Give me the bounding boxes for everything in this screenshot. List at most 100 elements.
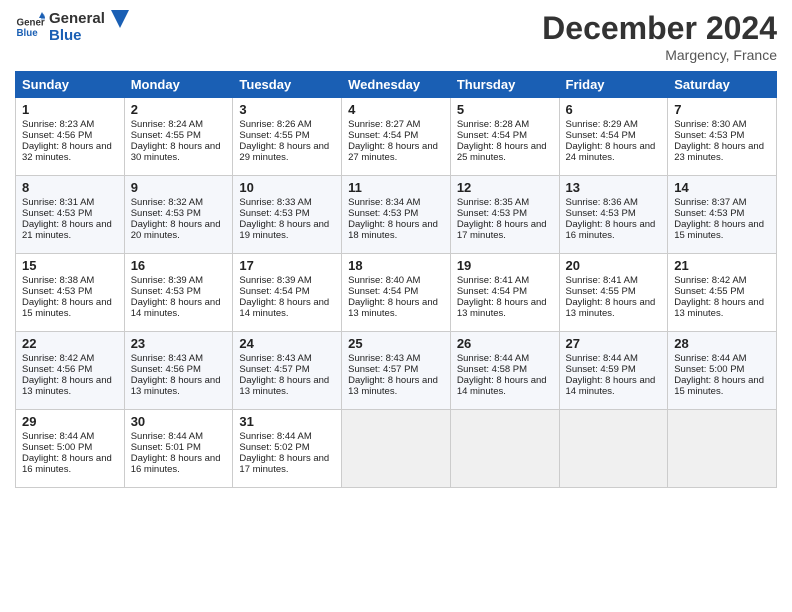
day-number: 30 [131, 414, 227, 429]
daylight-label: Daylight: 8 hours and 20 minutes. [131, 219, 221, 241]
day-cell: 31 Sunrise: 8:44 AM Sunset: 5:02 PM Dayl… [233, 410, 342, 488]
day-number: 1 [22, 102, 118, 117]
col-monday: Monday [124, 72, 233, 98]
daylight-label: Daylight: 8 hours and 32 minutes. [22, 141, 112, 163]
day-cell: 25 Sunrise: 8:43 AM Sunset: 4:57 PM Dayl… [342, 332, 451, 410]
daylight-label: Daylight: 8 hours and 17 minutes. [457, 219, 547, 241]
daylight-label: Daylight: 8 hours and 13 minutes. [131, 375, 221, 397]
daylight-label: Daylight: 8 hours and 15 minutes. [22, 297, 112, 319]
sunset-label: Sunset: 4:55 PM [239, 130, 309, 141]
day-number: 26 [457, 336, 553, 351]
daylight-label: Daylight: 8 hours and 13 minutes. [348, 297, 438, 319]
day-cell [450, 410, 559, 488]
sunrise-label: Sunrise: 8:23 AM [22, 119, 94, 130]
sunset-label: Sunset: 4:59 PM [566, 364, 636, 375]
sunset-label: Sunset: 4:53 PM [22, 208, 92, 219]
sunset-label: Sunset: 5:00 PM [22, 442, 92, 453]
sunset-label: Sunset: 4:53 PM [348, 208, 418, 219]
day-cell: 24 Sunrise: 8:43 AM Sunset: 4:57 PM Dayl… [233, 332, 342, 410]
daylight-label: Daylight: 8 hours and 13 minutes. [348, 375, 438, 397]
day-cell: 18 Sunrise: 8:40 AM Sunset: 4:54 PM Dayl… [342, 254, 451, 332]
day-cell: 19 Sunrise: 8:41 AM Sunset: 4:54 PM Dayl… [450, 254, 559, 332]
day-cell: 21 Sunrise: 8:42 AM Sunset: 4:55 PM Dayl… [668, 254, 777, 332]
day-number: 20 [566, 258, 662, 273]
sunset-label: Sunset: 4:54 PM [239, 286, 309, 297]
daylight-label: Daylight: 8 hours and 15 minutes. [674, 375, 764, 397]
sunrise-label: Sunrise: 8:24 AM [131, 119, 203, 130]
sunset-label: Sunset: 4:54 PM [457, 130, 527, 141]
day-cell [668, 410, 777, 488]
day-number: 29 [22, 414, 118, 429]
day-cell: 13 Sunrise: 8:36 AM Sunset: 4:53 PM Dayl… [559, 176, 668, 254]
sunrise-label: Sunrise: 8:44 AM [239, 431, 311, 442]
sunrise-label: Sunrise: 8:43 AM [239, 353, 311, 364]
day-cell: 29 Sunrise: 8:44 AM Sunset: 5:00 PM Dayl… [16, 410, 125, 488]
col-wednesday: Wednesday [342, 72, 451, 98]
sunset-label: Sunset: 4:54 PM [566, 130, 636, 141]
sunrise-label: Sunrise: 8:39 AM [131, 275, 203, 286]
day-cell: 2 Sunrise: 8:24 AM Sunset: 4:55 PM Dayli… [124, 98, 233, 176]
day-cell: 12 Sunrise: 8:35 AM Sunset: 4:53 PM Dayl… [450, 176, 559, 254]
day-cell: 4 Sunrise: 8:27 AM Sunset: 4:54 PM Dayli… [342, 98, 451, 176]
sunrise-label: Sunrise: 8:42 AM [22, 353, 94, 364]
day-cell: 11 Sunrise: 8:34 AM Sunset: 4:53 PM Dayl… [342, 176, 451, 254]
sunrise-label: Sunrise: 8:35 AM [457, 197, 529, 208]
sunrise-label: Sunrise: 8:27 AM [348, 119, 420, 130]
sunset-label: Sunset: 4:55 PM [566, 286, 636, 297]
sunset-label: Sunset: 4:56 PM [22, 130, 92, 141]
sunrise-label: Sunrise: 8:37 AM [674, 197, 746, 208]
sunrise-label: Sunrise: 8:42 AM [674, 275, 746, 286]
location: Margency, France [542, 47, 777, 63]
day-number: 7 [674, 102, 770, 117]
day-number: 13 [566, 180, 662, 195]
sunset-label: Sunset: 4:53 PM [131, 286, 201, 297]
day-number: 19 [457, 258, 553, 273]
daylight-label: Daylight: 8 hours and 13 minutes. [22, 375, 112, 397]
day-number: 12 [457, 180, 553, 195]
daylight-label: Daylight: 8 hours and 19 minutes. [239, 219, 329, 241]
logo-general: General [49, 10, 129, 28]
day-number: 8 [22, 180, 118, 195]
sunrise-label: Sunrise: 8:29 AM [566, 119, 638, 130]
sunset-label: Sunset: 5:02 PM [239, 442, 309, 453]
week-row-4: 22 Sunrise: 8:42 AM Sunset: 4:56 PM Dayl… [16, 332, 777, 410]
sunset-label: Sunset: 4:53 PM [457, 208, 527, 219]
daylight-label: Daylight: 8 hours and 23 minutes. [674, 141, 764, 163]
day-cell: 1 Sunrise: 8:23 AM Sunset: 4:56 PM Dayli… [16, 98, 125, 176]
day-number: 27 [566, 336, 662, 351]
sunrise-label: Sunrise: 8:44 AM [457, 353, 529, 364]
sunset-label: Sunset: 4:54 PM [348, 286, 418, 297]
day-number: 22 [22, 336, 118, 351]
daylight-label: Daylight: 8 hours and 16 minutes. [566, 219, 656, 241]
sunrise-label: Sunrise: 8:34 AM [348, 197, 420, 208]
day-cell: 17 Sunrise: 8:39 AM Sunset: 4:54 PM Dayl… [233, 254, 342, 332]
daylight-label: Daylight: 8 hours and 30 minutes. [131, 141, 221, 163]
day-cell: 10 Sunrise: 8:33 AM Sunset: 4:53 PM Dayl… [233, 176, 342, 254]
sunset-label: Sunset: 4:53 PM [674, 130, 744, 141]
sunrise-label: Sunrise: 8:44 AM [566, 353, 638, 364]
sunset-label: Sunset: 5:01 PM [131, 442, 201, 453]
sunrise-label: Sunrise: 8:41 AM [457, 275, 529, 286]
day-number: 4 [348, 102, 444, 117]
day-number: 5 [457, 102, 553, 117]
day-number: 3 [239, 102, 335, 117]
title-block: December 2024 Margency, France [542, 10, 777, 63]
day-number: 25 [348, 336, 444, 351]
day-cell: 15 Sunrise: 8:38 AM Sunset: 4:53 PM Dayl… [16, 254, 125, 332]
day-cell: 6 Sunrise: 8:29 AM Sunset: 4:54 PM Dayli… [559, 98, 668, 176]
day-cell: 16 Sunrise: 8:39 AM Sunset: 4:53 PM Dayl… [124, 254, 233, 332]
sunrise-label: Sunrise: 8:28 AM [457, 119, 529, 130]
sunset-label: Sunset: 4:53 PM [22, 286, 92, 297]
svg-text:Blue: Blue [17, 28, 39, 39]
day-cell: 7 Sunrise: 8:30 AM Sunset: 4:53 PM Dayli… [668, 98, 777, 176]
day-cell: 22 Sunrise: 8:42 AM Sunset: 4:56 PM Dayl… [16, 332, 125, 410]
day-number: 14 [674, 180, 770, 195]
daylight-label: Daylight: 8 hours and 13 minutes. [674, 297, 764, 319]
daylight-label: Daylight: 8 hours and 16 minutes. [131, 453, 221, 475]
day-number: 2 [131, 102, 227, 117]
sunrise-label: Sunrise: 8:32 AM [131, 197, 203, 208]
sunset-label: Sunset: 4:54 PM [348, 130, 418, 141]
sunset-label: Sunset: 4:56 PM [22, 364, 92, 375]
sunset-label: Sunset: 4:58 PM [457, 364, 527, 375]
sunrise-label: Sunrise: 8:26 AM [239, 119, 311, 130]
